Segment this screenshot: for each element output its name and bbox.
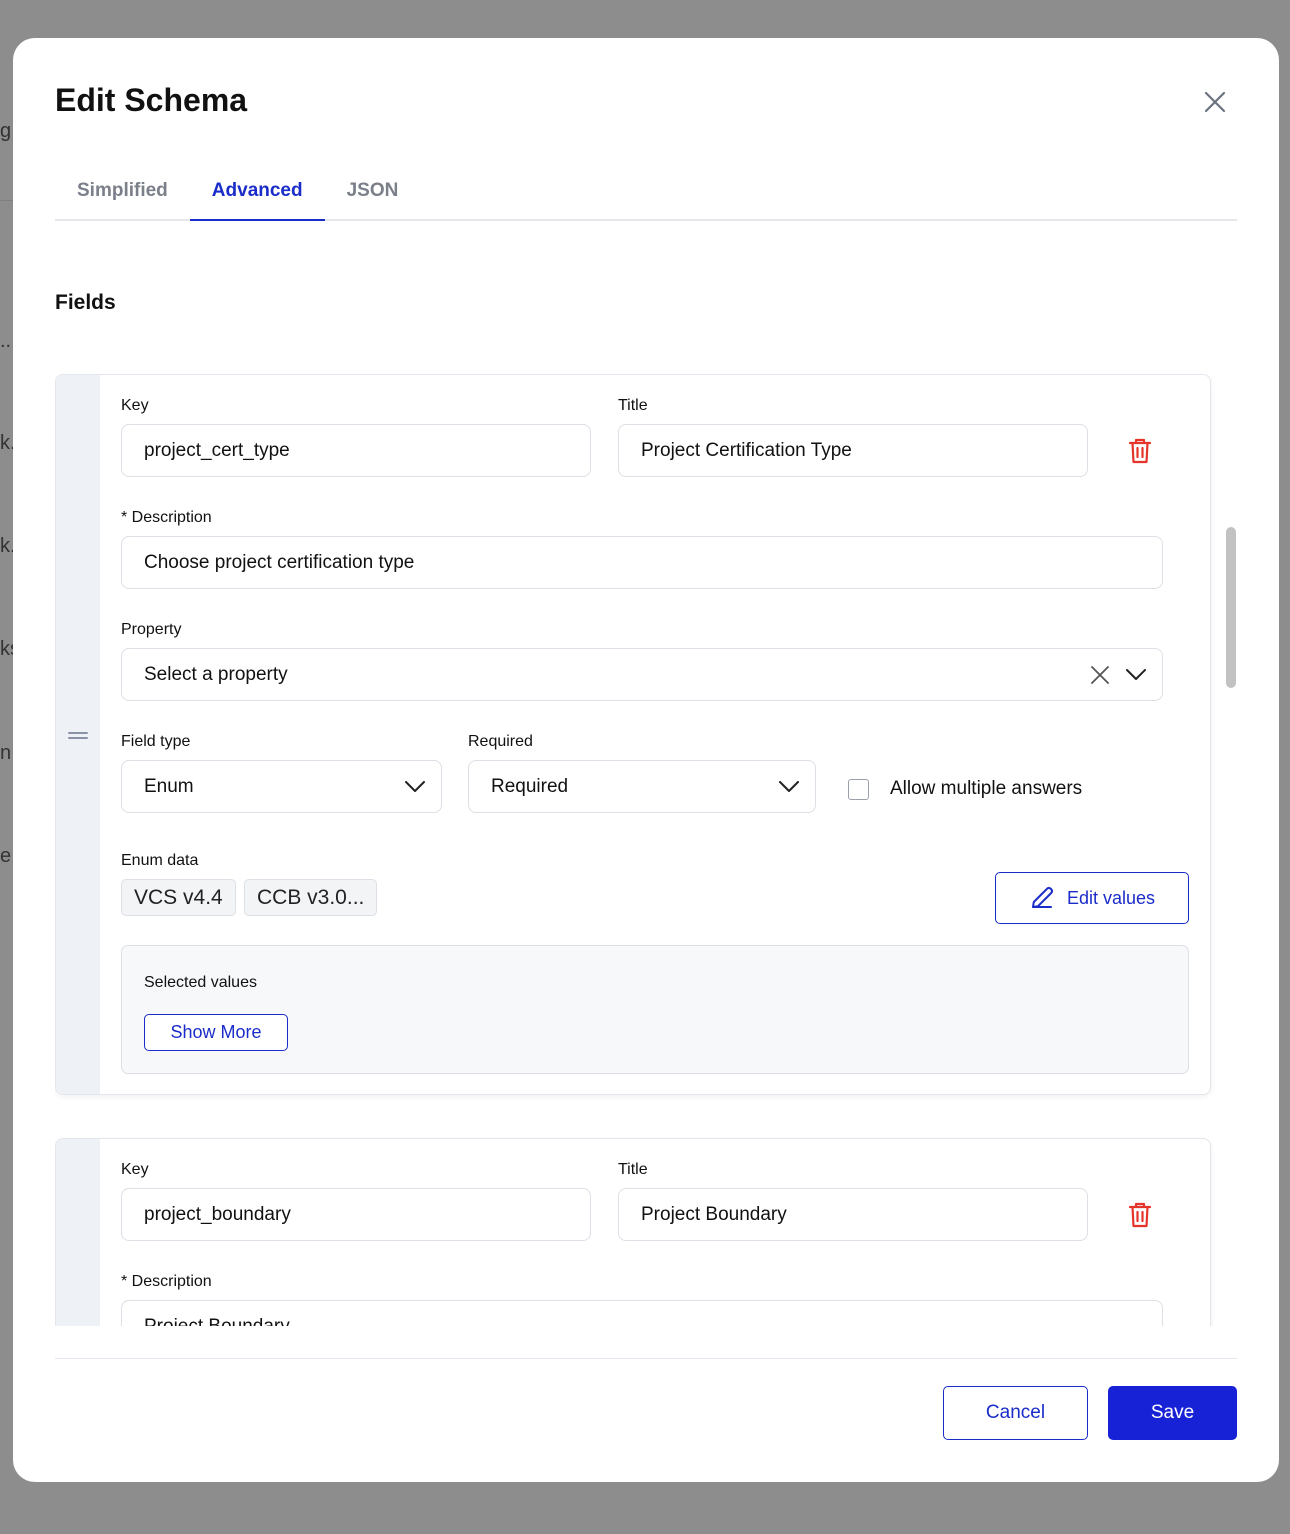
background-text: ks: [0, 638, 13, 660]
key-label: Key: [121, 397, 149, 414]
required-dropdown-toggle[interactable]: [778, 777, 800, 797]
edit-values-label: Edit values: [1066, 887, 1156, 908]
delete-field-button[interactable]: [1126, 437, 1154, 465]
clear-property-button[interactable]: [1089, 664, 1111, 686]
selected-values-panel: Selected values Show More: [121, 945, 1189, 1074]
enum-data-label: Enum data: [121, 852, 199, 869]
title-input[interactable]: Project Certification Type: [618, 424, 1088, 477]
schema-tabs: Simplified Advanced JSON: [55, 168, 1237, 221]
drag-handle-icon[interactable]: [68, 732, 88, 740]
background-text: ...: [0, 330, 13, 352]
trash-icon: [1129, 1202, 1151, 1228]
trash-icon: [1129, 438, 1151, 464]
field-type-value: Enum: [144, 775, 194, 797]
field-card: Key project_boundary Title Project Bound…: [55, 1138, 1211, 1326]
tab-advanced[interactable]: Advanced: [189, 166, 325, 221]
modal-title: Edit Schema: [55, 82, 248, 118]
selected-values-label: Selected values: [144, 974, 257, 991]
background-text: k.: [0, 535, 13, 557]
chevron-down-icon: [405, 781, 425, 792]
required-label: Required: [468, 733, 533, 750]
close-button[interactable]: [1199, 86, 1231, 118]
title-label: Title: [618, 397, 648, 414]
cancel-button[interactable]: Cancel: [943, 1386, 1088, 1440]
required-value: Required: [491, 775, 569, 797]
title-label: Title: [618, 1161, 648, 1178]
description-label: * Description: [121, 509, 212, 526]
description-label: * Description: [121, 1273, 212, 1290]
description-input[interactable]: Project Boundary: [121, 1300, 1163, 1326]
footer-divider: [55, 1358, 1237, 1359]
field-type-dropdown-toggle[interactable]: [404, 777, 426, 797]
drag-strip: [56, 1139, 100, 1326]
required-select[interactable]: Required: [468, 760, 816, 813]
field-type-select[interactable]: Enum: [121, 760, 442, 813]
close-icon: [1204, 91, 1226, 113]
title-input[interactable]: Project Boundary: [618, 1188, 1088, 1241]
property-label: Property: [121, 621, 182, 638]
background-divider: [0, 200, 13, 201]
description-input[interactable]: Choose project certification type: [121, 536, 1163, 589]
background-text: k.: [0, 432, 13, 454]
fields-heading: Fields: [55, 291, 116, 314]
background-text: g: [0, 120, 12, 142]
allow-multiple-label: Allow multiple answers: [890, 778, 1083, 799]
delete-field-button[interactable]: [1126, 1201, 1154, 1229]
key-label: Key: [121, 1161, 149, 1178]
property-placeholder: Select a property: [144, 663, 288, 685]
background-text: n: [0, 742, 12, 764]
pencil-icon: [1031, 886, 1054, 908]
enum-value-chip: VCS v4.4: [121, 879, 236, 916]
field-type-label: Field type: [121, 733, 191, 750]
scrollbar-thumb[interactable]: [1226, 527, 1236, 688]
chevron-down-icon: [1126, 669, 1146, 680]
background-text: e...: [0, 845, 13, 867]
clear-icon: [1091, 666, 1109, 684]
tab-json[interactable]: JSON: [325, 164, 421, 217]
enum-value-chip: CCB v3.0...: [244, 879, 378, 916]
chevron-down-icon: [779, 781, 799, 792]
key-input[interactable]: project_boundary: [121, 1188, 591, 1241]
allow-multiple-checkbox[interactable]: [848, 779, 869, 800]
property-dropdown-toggle[interactable]: [1125, 664, 1147, 686]
fields-scroll-area[interactable]: Key project_cert_type Title Project Cert…: [55, 374, 1243, 1326]
show-more-button[interactable]: Show More: [144, 1014, 288, 1051]
show-more-label: Show More: [170, 1022, 262, 1042]
tab-simplified[interactable]: Simplified: [55, 164, 190, 217]
save-button[interactable]: Save: [1108, 1386, 1237, 1440]
edit-schema-modal: Edit Schema Simplified Advanced JSON Fie…: [13, 38, 1279, 1482]
field-card: Key project_cert_type Title Project Cert…: [55, 374, 1211, 1095]
property-select[interactable]: Select a property: [121, 648, 1163, 701]
key-input[interactable]: project_cert_type: [121, 424, 591, 477]
edit-values-button[interactable]: Edit values: [995, 872, 1189, 924]
drag-strip: [56, 375, 100, 1094]
